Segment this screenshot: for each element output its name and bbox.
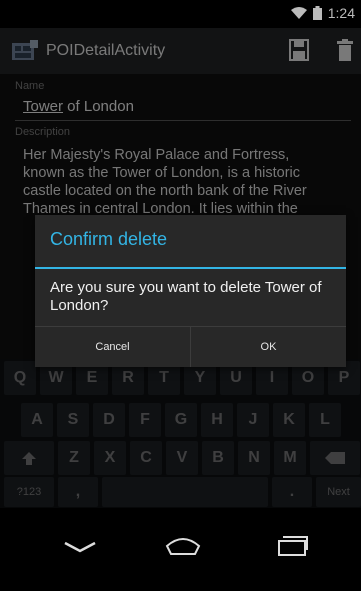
dialog-title: Confirm delete <box>50 229 168 249</box>
navigation-bar <box>0 508 361 591</box>
recents-button[interactable] <box>276 535 308 557</box>
battery-icon <box>312 6 322 20</box>
home-button[interactable] <box>165 536 201 556</box>
cancel-button[interactable]: Cancel <box>35 327 190 367</box>
dialog-title-divider <box>35 267 346 269</box>
ok-button[interactable]: OK <box>190 327 346 367</box>
back-down-icon <box>64 541 96 553</box>
home-icon <box>165 538 201 555</box>
recents-icon <box>278 536 308 556</box>
back-button[interactable] <box>63 540 97 554</box>
status-time: 1:24 <box>327 5 355 21</box>
status-bar: 1:24 <box>0 0 361 28</box>
wifi-icon <box>290 7 307 19</box>
dialog-message: Are you sure you want to delete Tower of… <box>50 279 322 314</box>
dialog-button-bar: Cancel OK <box>35 326 346 367</box>
confirm-delete-dialog: Confirm delete Are you sure you want to … <box>35 215 346 367</box>
